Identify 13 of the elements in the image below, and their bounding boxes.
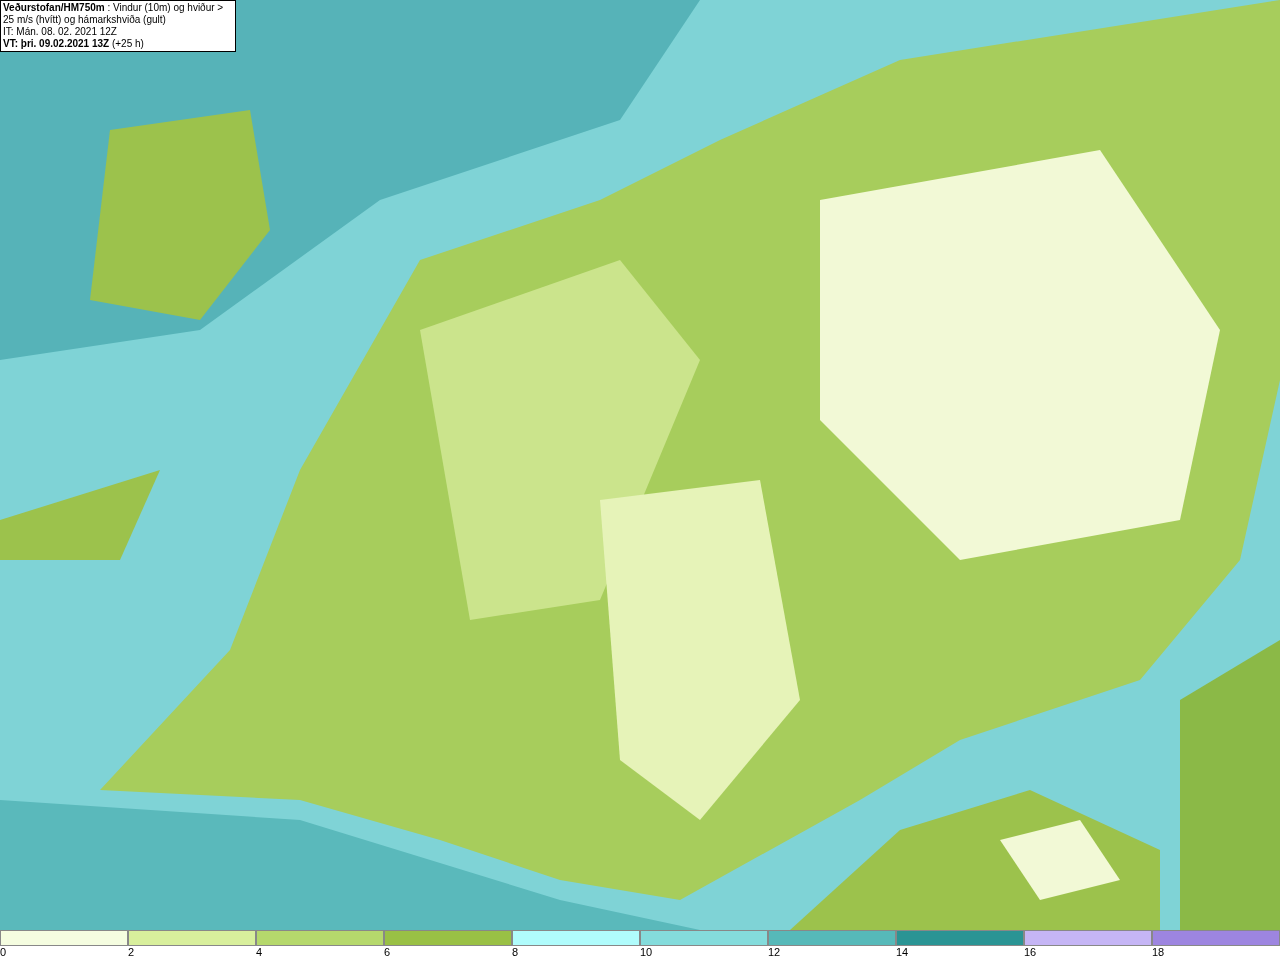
legend-label: 14	[896, 946, 909, 959]
legend-label: 0	[0, 946, 7, 959]
title-line: IT: Mán. 08. 02. 2021 12Z	[3, 26, 118, 38]
title-line: Veðurstofan/HM750m : Vindur (10m) og hviður > 25 m/s (hvítt) og hámarkshviða (gult)	[3, 2, 225, 26]
legend-label: 8	[512, 946, 519, 959]
legend-label: 4	[256, 946, 263, 959]
legend-label: 2	[128, 946, 135, 959]
legend-label: 12	[768, 946, 781, 959]
title-line: VT: þri. 09.02.2021 13Z (+25 h)	[3, 38, 145, 50]
legend-label: 18	[1152, 946, 1165, 959]
legend-label: 16	[1024, 946, 1037, 959]
legend-label: 6	[384, 946, 391, 959]
legend-label: 10	[640, 946, 653, 959]
